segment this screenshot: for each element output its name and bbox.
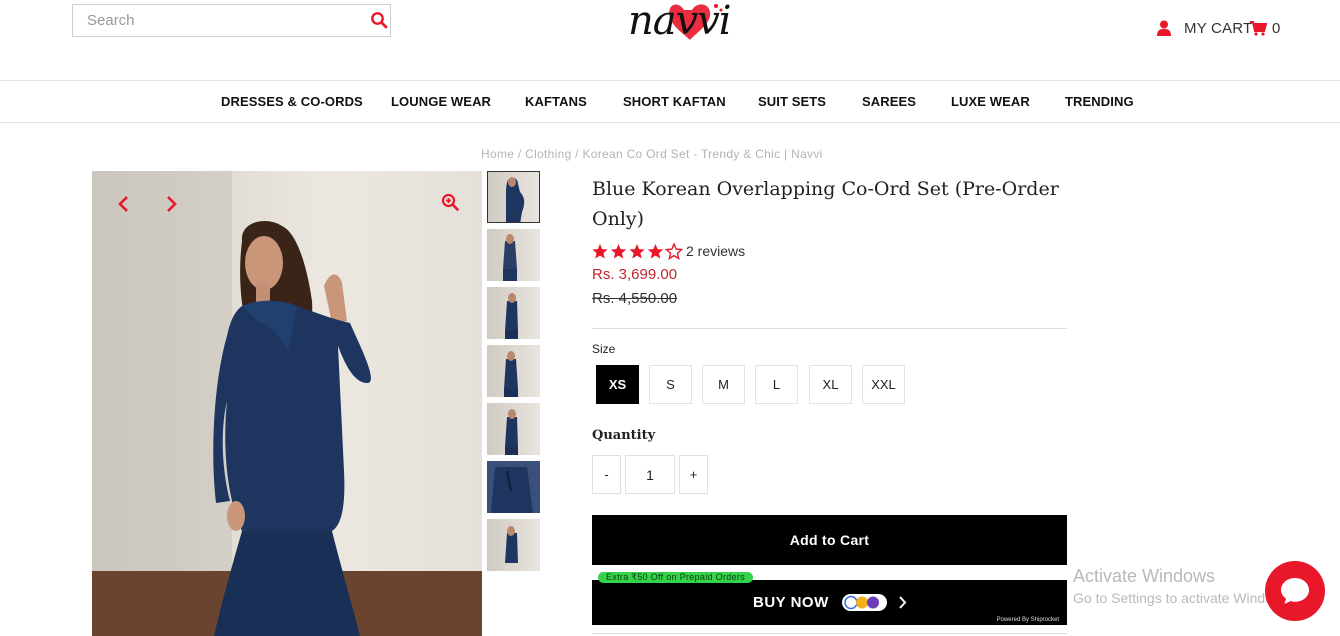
chevron-right-icon[interactable] (165, 195, 177, 213)
nav-item-dresses[interactable]: DRESSES & CO-ORDS (221, 94, 363, 109)
nav-item-sarees[interactable]: SAREES (862, 94, 916, 109)
nav-item-suit-sets[interactable]: SUIT SETS (758, 94, 826, 109)
quantity-input[interactable] (625, 455, 675, 494)
chat-button[interactable] (1265, 561, 1325, 621)
reviews-link[interactable]: 2 reviews (686, 243, 745, 259)
activate-windows-title: Activate Windows (1073, 566, 1216, 586)
search-icon[interactable] (370, 11, 388, 29)
nav-item-short-kaftan[interactable]: SHORT KAFTAN (623, 94, 726, 109)
thumbnail-2[interactable] (487, 229, 540, 281)
thumbnail-3[interactable] (487, 287, 540, 339)
product-photo (92, 171, 482, 636)
star-icon (592, 244, 608, 259)
star-icon (664, 243, 684, 260)
logo[interactable]: navvi (626, 0, 732, 50)
size-option-xs[interactable]: XS (596, 365, 639, 404)
nav-item-luxe-wear[interactable]: LUXE WEAR (951, 94, 1030, 109)
size-option-xxl[interactable]: XXL (862, 365, 905, 404)
rating-stars[interactable] (592, 243, 684, 260)
logo-text: navvi (628, 0, 732, 44)
quantity-plus-button[interactable]: + (679, 455, 708, 494)
chevron-left-icon[interactable] (118, 195, 130, 213)
activate-windows-subtitle: Go to Settings to activate Windows. (1073, 590, 1294, 606)
cart-count: 0 (1272, 20, 1281, 37)
nav-item-trending[interactable]: TRENDING (1065, 94, 1134, 109)
powered-by-label: Powered By Shiprocket (996, 617, 1059, 623)
star-icon (610, 244, 627, 259)
thumbnail-4[interactable] (487, 345, 540, 397)
payment-icons (842, 594, 887, 611)
buy-now-button[interactable]: BUY NOW Powered By Shiprocket (592, 580, 1067, 625)
search-input[interactable] (73, 5, 363, 36)
size-option-m[interactable]: M (702, 365, 745, 404)
cart-icon[interactable] (1250, 21, 1267, 36)
thumbnail-1[interactable] (487, 171, 540, 223)
main-nav: DRESSES & CO-ORDS LOUNGE WEAR KAFTANS SH… (0, 80, 1340, 123)
compare-price: Rs. 4,550.00 (592, 290, 678, 307)
size-label: Size (592, 342, 616, 356)
sale-price: Rs. 3,699.00 (592, 266, 678, 283)
search-box[interactable] (72, 4, 391, 37)
product-main-image[interactable] (92, 171, 482, 636)
quantity-label: Quantity (592, 428, 656, 443)
thumbnail-7[interactable] (487, 519, 540, 571)
add-to-cart-button[interactable]: Add to Cart (592, 515, 1067, 565)
star-icon (629, 244, 645, 259)
quantity-minus-button[interactable]: - (592, 455, 621, 494)
chat-icon (1281, 578, 1309, 604)
thumbnail-6[interactable] (487, 461, 540, 513)
nav-item-lounge-wear[interactable]: LOUNGE WEAR (391, 94, 491, 109)
prepaid-offer-badge: Extra ₹50 Off on Prepaid Orders (598, 572, 753, 583)
size-option-l[interactable]: L (755, 365, 798, 404)
my-cart-link[interactable]: MY CART (1184, 20, 1252, 37)
product-title: Blue Korean Overlapping Co-Ord Set (Pre-… (592, 178, 1059, 230)
user-icon[interactable] (1157, 20, 1171, 36)
thumbnail-5[interactable] (487, 403, 540, 455)
divider-bottom (592, 633, 1067, 634)
size-option-s[interactable]: S (649, 365, 692, 404)
divider (592, 328, 1067, 329)
breadcrumb[interactable]: Home / Clothing / Korean Co Ord Set - Tr… (481, 147, 823, 161)
chevron-right-icon (899, 596, 907, 609)
buy-now-label: BUY NOW (753, 594, 829, 611)
zoom-in-icon[interactable] (441, 193, 459, 211)
star-icon (647, 244, 664, 259)
nav-item-kaftans[interactable]: KAFTANS (525, 94, 587, 109)
size-option-xl[interactable]: XL (809, 365, 852, 404)
